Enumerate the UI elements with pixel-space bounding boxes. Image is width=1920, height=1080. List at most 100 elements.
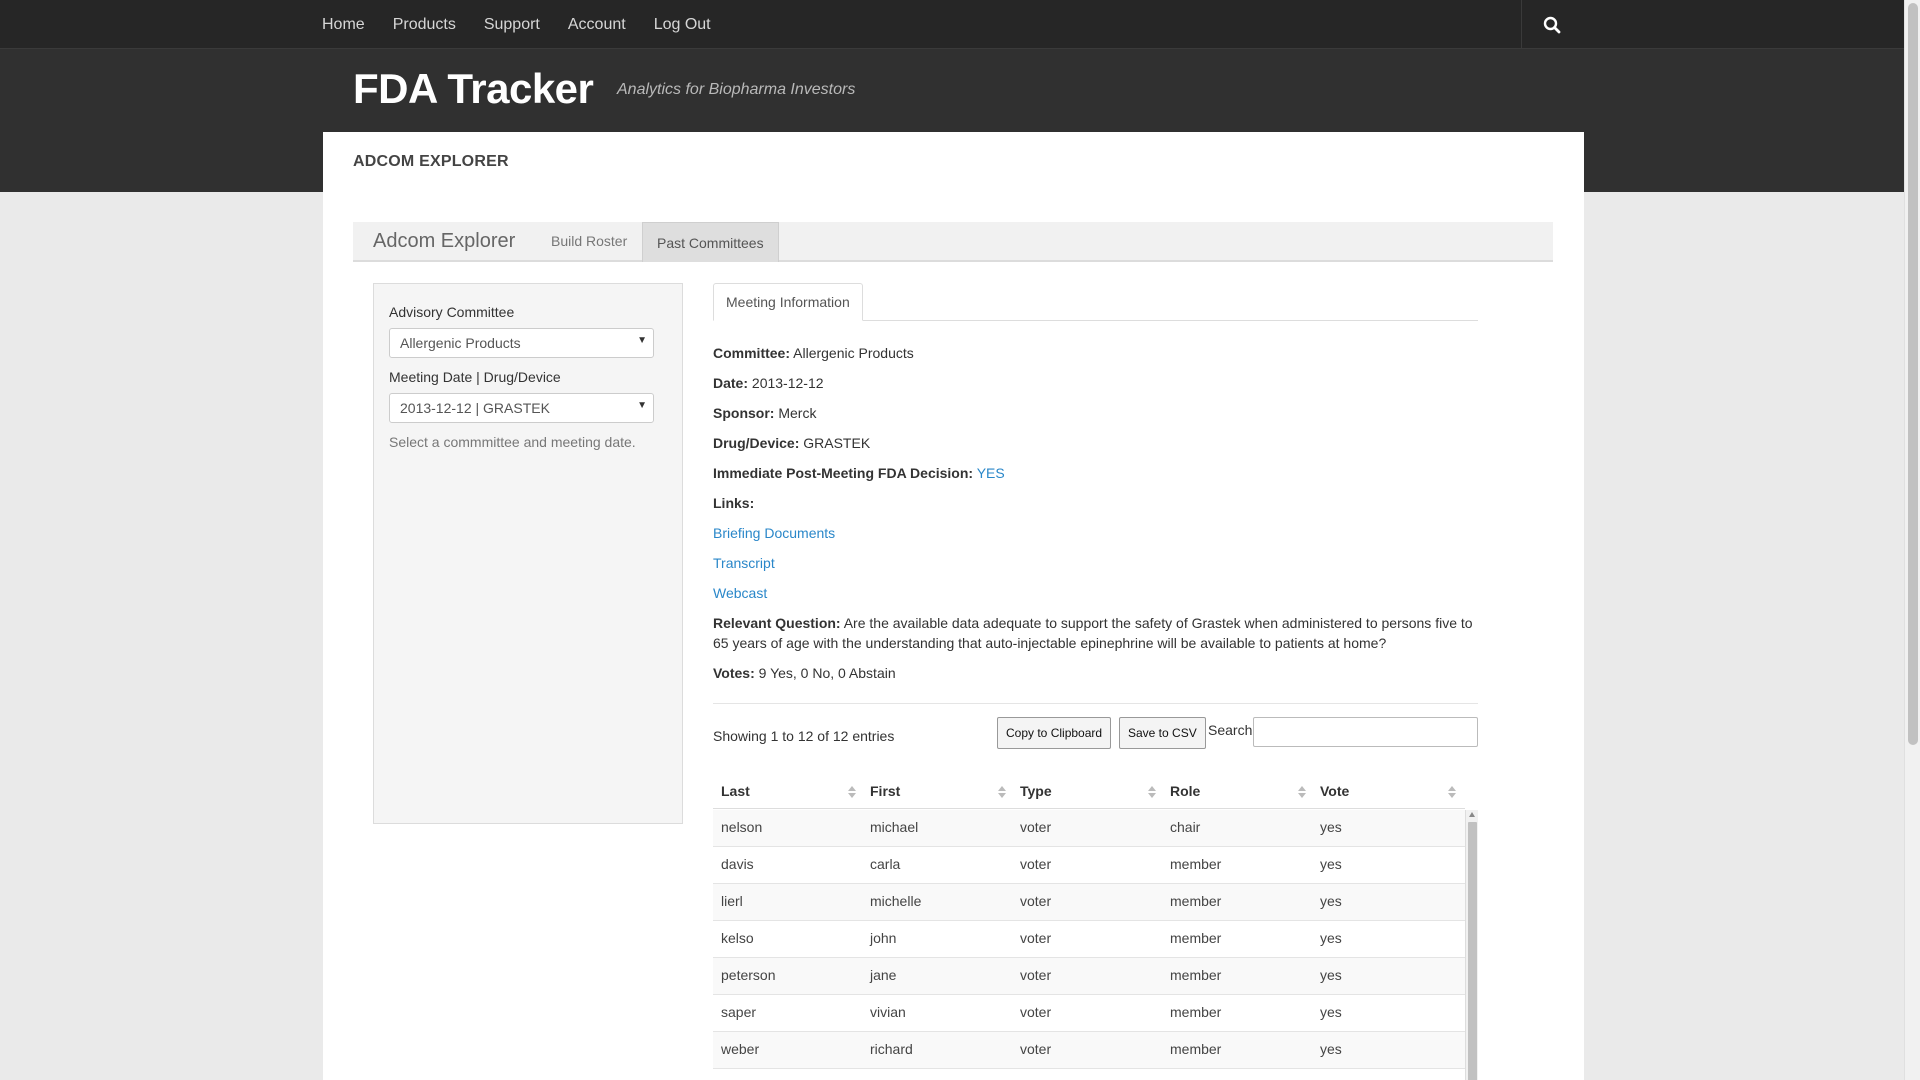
decision-link[interactable]: YES [977, 465, 1005, 481]
meeting-label: Meeting Date | Drug/Device [389, 369, 561, 385]
table-row[interactable]: nelson michael voter chair yes [713, 810, 1465, 847]
cell-last: kelso [721, 930, 754, 946]
section-divider [713, 703, 1478, 704]
meeting-select-value: 2013-12-12 | GRASTEK [400, 400, 550, 416]
cell-role: member [1170, 856, 1222, 872]
sidebar-help-text: Select a commmittee and meeting date. [389, 434, 636, 450]
tab-meeting-information[interactable]: Meeting Information [713, 283, 863, 321]
site-title[interactable]: FDA Tracker [353, 65, 594, 113]
committee-label: Advisory Committee [389, 304, 515, 320]
table-row[interactable]: saper vivian voter member yes [713, 995, 1465, 1032]
committee-field-value: Allergenic Products [793, 345, 914, 361]
cell-role: chair [1170, 819, 1201, 835]
cell-vote: yes [1320, 1041, 1342, 1057]
cell-last: costello [713, 1069, 863, 1080]
votes-field-value: 9 Yes, 0 No, 0 Abstain [758, 665, 896, 681]
sponsor-field-value: Merck [778, 405, 817, 421]
sort-icon [1448, 786, 1456, 798]
cell-first: michelle [870, 893, 922, 909]
cell-role: member [1170, 967, 1222, 983]
column-header-last[interactable]: Last [713, 773, 862, 809]
caret-down-icon: ▼ [637, 400, 647, 411]
nav-account[interactable]: Account [568, 16, 626, 34]
date-field: Date: 2013-12-12 [713, 373, 1478, 393]
table-header: Last First Type Role Vote [713, 773, 1465, 809]
table-scrollbar-thumb[interactable] [1468, 822, 1477, 1080]
nav-search-button[interactable] [1521, 0, 1581, 49]
cell-role: member [1170, 930, 1222, 946]
nav-home[interactable]: Home [322, 16, 365, 34]
links-field-label: Links: [713, 495, 755, 511]
cell-first: vivian [870, 1004, 906, 1020]
meeting-select[interactable]: 2013-12-12 | GRASTEK ▼ [389, 393, 654, 423]
table-scrollbar[interactable] [1465, 810, 1478, 1080]
committee-field: Committee: Allergenic Products [713, 343, 1478, 363]
table-row[interactable]: lierl michelle voter member yes [713, 884, 1465, 921]
question-field-label: Relevant Question: [713, 615, 841, 631]
save-to-csv-button[interactable]: Save to CSV [1119, 717, 1206, 749]
briefing-documents-row: Briefing Documents [713, 523, 1478, 543]
nav-products[interactable]: Products [393, 16, 456, 34]
filter-sidebar: Advisory Committee Allergenic Products ▼… [373, 283, 683, 824]
table-row[interactable]: weber richard voter member yes [713, 1032, 1465, 1069]
cell-first: carla [870, 856, 901, 872]
cell-first: jane [870, 967, 897, 983]
page-scrollbar[interactable] [1904, 0, 1920, 1080]
cell-last: peterson [721, 967, 776, 983]
column-header-type[interactable]: Type [1012, 773, 1162, 809]
webcast-link[interactable]: Webcast [713, 585, 767, 601]
entries-count: Showing 1 to 12 of 12 entries [713, 728, 895, 744]
site-tagline: Analytics for Biopharma Investors [617, 81, 856, 98]
cell-first: mariano [862, 1069, 1012, 1080]
table-row[interactable]: kelso john voter member yes [713, 921, 1465, 958]
sort-icon [1148, 786, 1156, 798]
nav-support[interactable]: Support [484, 16, 540, 34]
cell-vote: yes [1312, 1069, 1462, 1080]
transcript-link[interactable]: Transcript [713, 555, 775, 571]
page-title: ADCOM EXPLORER [353, 153, 509, 170]
committee-select-value: Allergenic Products [400, 335, 521, 351]
sponsor-field: Sponsor: Merck [713, 403, 1478, 423]
sort-icon [848, 786, 856, 798]
committee-select[interactable]: Allergenic Products ▼ [389, 328, 654, 358]
date-field-value: 2013-12-12 [751, 375, 824, 391]
tab-build-roster[interactable]: Build Roster [551, 233, 627, 249]
cell-type: voter [1020, 856, 1052, 872]
nav-logout[interactable]: Log Out [654, 16, 711, 34]
cell-role: temp [1162, 1069, 1312, 1080]
tab-past-committees[interactable]: Past Committees [642, 222, 779, 262]
copy-to-clipboard-button[interactable]: Copy to Clipboard [997, 717, 1112, 749]
cell-type: voter [1020, 1041, 1052, 1057]
question-field: Relevant Question: Are the available dat… [713, 613, 1478, 653]
cell-vote: yes [1320, 930, 1342, 946]
search-icon [1543, 16, 1560, 33]
table-row[interactable]: davis carla voter member yes [713, 847, 1465, 884]
webcast-row: Webcast [713, 583, 1478, 603]
cell-last: weber [721, 1041, 760, 1057]
column-header-last-label: Last [721, 783, 750, 799]
column-header-first[interactable]: First [862, 773, 1012, 809]
cell-vote: yes [1320, 819, 1342, 835]
cell-first: michael [870, 819, 919, 835]
drug-field-value: GRASTEK [803, 435, 871, 451]
table-row[interactable]: costellomarianovotertempyes [713, 1069, 1465, 1080]
cell-type: voter [1020, 930, 1052, 946]
cell-last: saper [721, 1004, 757, 1020]
decision-field-label: Immediate Post-Meeting FDA Decision: [713, 465, 974, 481]
cell-last: davis [721, 856, 754, 872]
committee-field-label: Committee: [713, 345, 791, 361]
cell-first: richard [870, 1041, 913, 1057]
explorer-brand[interactable]: Adcom Explorer [373, 230, 515, 253]
cell-role: member [1170, 893, 1222, 909]
top-navbar: Home Products Support Account Log Out [0, 0, 1904, 49]
briefing-documents-link[interactable]: Briefing Documents [713, 525, 835, 541]
column-header-role[interactable]: Role [1162, 773, 1312, 809]
cell-vote: yes [1320, 967, 1342, 983]
column-header-vote[interactable]: Vote [1312, 773, 1462, 809]
cell-role: member [1170, 1004, 1222, 1020]
sort-icon [998, 786, 1006, 798]
table-search-input[interactable] [1253, 717, 1478, 747]
table-row[interactable]: peterson jane voter member yes [713, 958, 1465, 995]
scroll-up-icon[interactable] [1469, 812, 1475, 817]
page-scrollbar-thumb[interactable] [1908, 3, 1918, 745]
